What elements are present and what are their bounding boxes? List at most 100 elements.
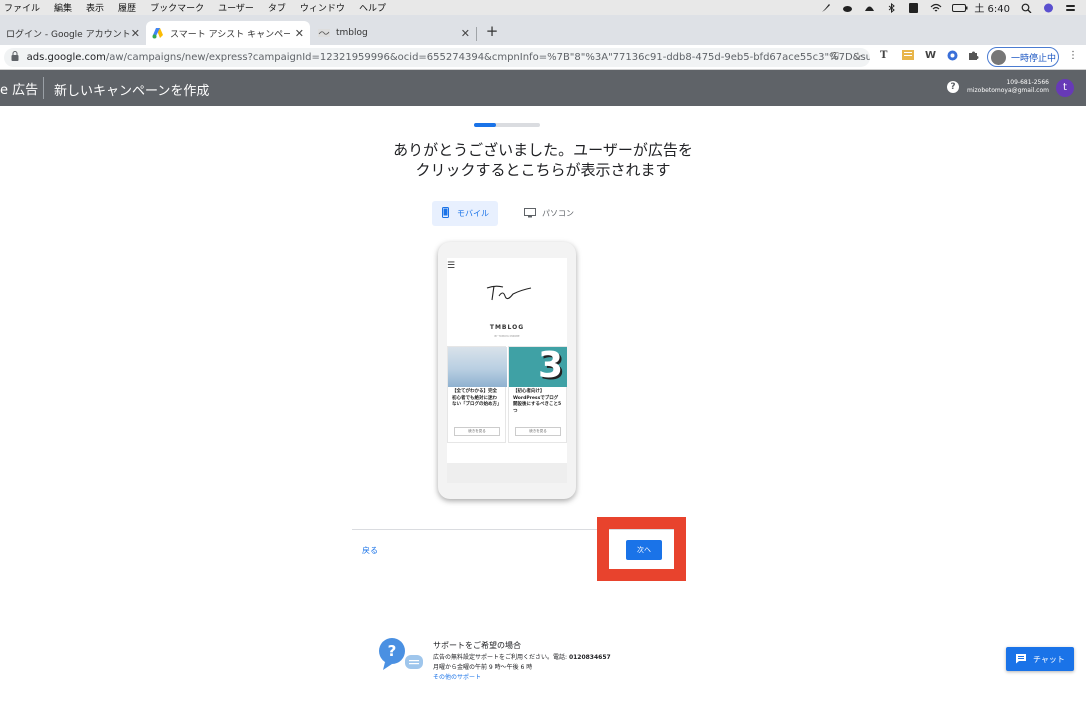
support-phone: 0120834657 xyxy=(568,654,611,661)
key-icon[interactable]: ⚿ xyxy=(831,51,839,62)
smartphone-icon xyxy=(442,207,449,220)
menubar-clock[interactable]: 土 6:40 xyxy=(974,0,1010,15)
desktop-icon xyxy=(524,207,536,220)
menu-users[interactable]: ユーザー xyxy=(218,1,254,14)
close-icon[interactable]: ✕ xyxy=(461,27,470,40)
hamburger-menu-icon: ☰ xyxy=(447,261,456,271)
menu-view[interactable]: 表示 xyxy=(86,1,104,14)
toggle-mobile-label: モバイル xyxy=(457,209,489,218)
tab-title: tmblog xyxy=(336,28,368,38)
avatar xyxy=(991,49,1006,65)
toggle-desktop[interactable]: パソコン xyxy=(520,201,586,226)
google-ads-header: e 広告 新しいキャンペーンを作成 ? 109-681-2566 mizobet… xyxy=(0,70,1086,106)
bluetooth-icon[interactable] xyxy=(886,2,897,13)
avatar[interactable]: t xyxy=(1056,79,1074,97)
support-line-1-text: 広告の無料設定サポートをご利用ください。電話: xyxy=(433,654,569,661)
browser-tab-strip: ログイン - Google アカウント ✕ スマート アシスト キャンペーン -… xyxy=(0,15,1086,45)
menu-history[interactable]: 履歴 xyxy=(118,1,136,14)
status-area: 土 6:40 xyxy=(820,0,1076,15)
account-info[interactable]: 109-681-2566 mizobetomoya@gmail.com xyxy=(967,79,1049,95)
svg-text:?: ? xyxy=(388,642,397,660)
wifi-icon[interactable] xyxy=(930,3,942,13)
tab-separator xyxy=(476,27,477,41)
next-button[interactable]: 次へ xyxy=(626,540,662,560)
rocket-icon[interactable] xyxy=(820,3,831,13)
tmblog-logo xyxy=(485,282,533,308)
landing-page-preview: ☰ TMBLOG BY TOMOYA MIZOBE 【全てがわかる】完全初心者で… xyxy=(447,258,567,483)
article-thumbnail xyxy=(448,347,507,387)
tmblog-favicon xyxy=(318,27,330,39)
read-more-button: 続きを見る xyxy=(515,427,561,436)
control-center-icon[interactable] xyxy=(1065,3,1076,13)
spotlight-search-icon[interactable] xyxy=(1021,3,1032,13)
cloud-icon[interactable] xyxy=(842,3,853,13)
address-bar[interactable]: ads.google.com/aw/campaigns/new/express?… xyxy=(4,48,870,67)
url-path: /aw/campaigns/new/express?campaignId=123… xyxy=(105,52,870,63)
back-link[interactable]: 戻る xyxy=(362,545,378,556)
article-thumbnail: 3 xyxy=(509,345,567,387)
chat-icon xyxy=(1015,653,1027,666)
page-title: 新しいキャンペーンを作成 xyxy=(54,84,210,99)
new-tab-button[interactable]: + xyxy=(484,22,500,40)
toggle-desktop-label: パソコン xyxy=(542,209,574,218)
tab-smart-assist-campaign[interactable]: スマート アシスト キャンペーン - ✕ xyxy=(146,21,310,45)
article-title: 【初心者向け】WordPressでブログ開設後にするべきこと5つ xyxy=(513,389,562,414)
article-card: 3 【初心者向け】WordPressでブログ開設後にするべきこと5つ 続きを見る xyxy=(508,345,567,443)
preview-footer-strip xyxy=(447,463,567,483)
thumbnail-number: 3 xyxy=(537,345,563,386)
article-card: 【全てがわかる】完全初心者でも絶対に迷わない「ブログの始め方」 続きを見る xyxy=(447,346,507,443)
blog-name: TMBLOG xyxy=(489,324,525,331)
header-divider xyxy=(43,77,44,99)
blog-byline: BY TOMOYA MIZOBE xyxy=(494,335,520,338)
menu-file[interactable]: ファイル xyxy=(4,1,40,14)
menu-window[interactable]: ウィンドウ xyxy=(300,1,345,14)
confirmation-heading: ありがとうございました。ユーザーが広告を クリックするとこちらが表示されます xyxy=(300,140,786,180)
extensions-puzzle-icon[interactable] xyxy=(968,50,979,64)
other-support-link[interactable]: その他のサポート xyxy=(433,672,481,681)
extension-circle-icon[interactable] xyxy=(947,50,958,64)
help-icon[interactable]: ? xyxy=(947,81,959,93)
support-hours: 月曜から金曜の午前 9 時〜午後 6 時 xyxy=(433,664,533,671)
chat-label: チャット xyxy=(1033,654,1065,664)
support-question-icon: ? xyxy=(378,638,426,678)
close-icon[interactable]: ✕ xyxy=(295,27,304,40)
menu-edit[interactable]: 編集 xyxy=(54,1,72,14)
browser-menu-icon[interactable]: ⋮ xyxy=(1068,50,1078,61)
close-icon[interactable]: ✕ xyxy=(131,27,140,40)
profile-paused-button[interactable]: 一時停止中 xyxy=(987,47,1059,67)
lock-icon[interactable] xyxy=(11,51,21,64)
support-line-1: 広告の無料設定サポートをご利用ください。電話: 0120834657 xyxy=(433,652,611,661)
heading-line-1: ありがとうございました。ユーザーが広告を xyxy=(393,141,693,159)
battery-icon[interactable] xyxy=(952,3,968,13)
chat-button[interactable]: チャット xyxy=(1006,647,1074,671)
text-extension-icon[interactable]: T xyxy=(880,50,887,61)
menu-bookmarks[interactable]: ブックマーク xyxy=(150,1,204,14)
step-progress-bar xyxy=(474,123,540,127)
mobile-preview-phone: ☰ TMBLOG BY TOMOYA MIZOBE 【全てがわかる】完全初心者で… xyxy=(438,242,576,499)
bookmark-star-icon[interactable]: ☆ xyxy=(853,50,863,63)
account-id: 109-681-2566 xyxy=(1006,79,1049,86)
menu-help[interactable]: ヘルプ xyxy=(359,1,386,14)
menu-tab[interactable]: タブ xyxy=(268,1,286,14)
support-section: ? サポートをご希望の場合 広告の無料設定サポートをご利用ください。電話: 01… xyxy=(378,638,698,688)
tab-tmblog[interactable]: tmblog ✕ xyxy=(312,21,476,45)
macos-menu-bar: ファイル 編集 表示 履歴 ブックマーク ユーザー タブ ウィンドウ ヘルプ 土… xyxy=(0,0,1086,15)
read-more-button: 続きを見る xyxy=(454,427,500,436)
article-title: 【全てがわかる】完全初心者でも絶対に迷わない「ブログの始め方」 xyxy=(452,389,502,407)
tab-google-login[interactable]: ログイン - Google アカウント ✕ xyxy=(0,21,146,45)
highlight-extension-icon[interactable] xyxy=(902,50,914,63)
app-status-icon[interactable] xyxy=(908,2,919,13)
profile-status-label: 一時停止中 xyxy=(1011,53,1057,64)
progress-fill xyxy=(474,123,496,127)
siri-icon[interactable] xyxy=(1043,3,1054,13)
w-extension-icon[interactable]: W xyxy=(925,50,936,61)
heading-line-2: クリックするとこちらが表示されます xyxy=(415,161,671,179)
support-title: サポートをご希望の場合 xyxy=(433,641,521,650)
google-ads-logo[interactable]: e 広告 xyxy=(0,79,38,98)
toggle-mobile[interactable]: モバイル xyxy=(432,201,498,226)
url-host: ads.google.com xyxy=(26,52,106,63)
account-email: mizobetomoya@gmail.com xyxy=(967,87,1049,94)
browser-toolbar: ads.google.com/aw/campaigns/new/express?… xyxy=(0,45,1086,70)
tab-title: ログイン - Google アカウント xyxy=(6,29,131,40)
hat-icon[interactable] xyxy=(864,3,875,13)
